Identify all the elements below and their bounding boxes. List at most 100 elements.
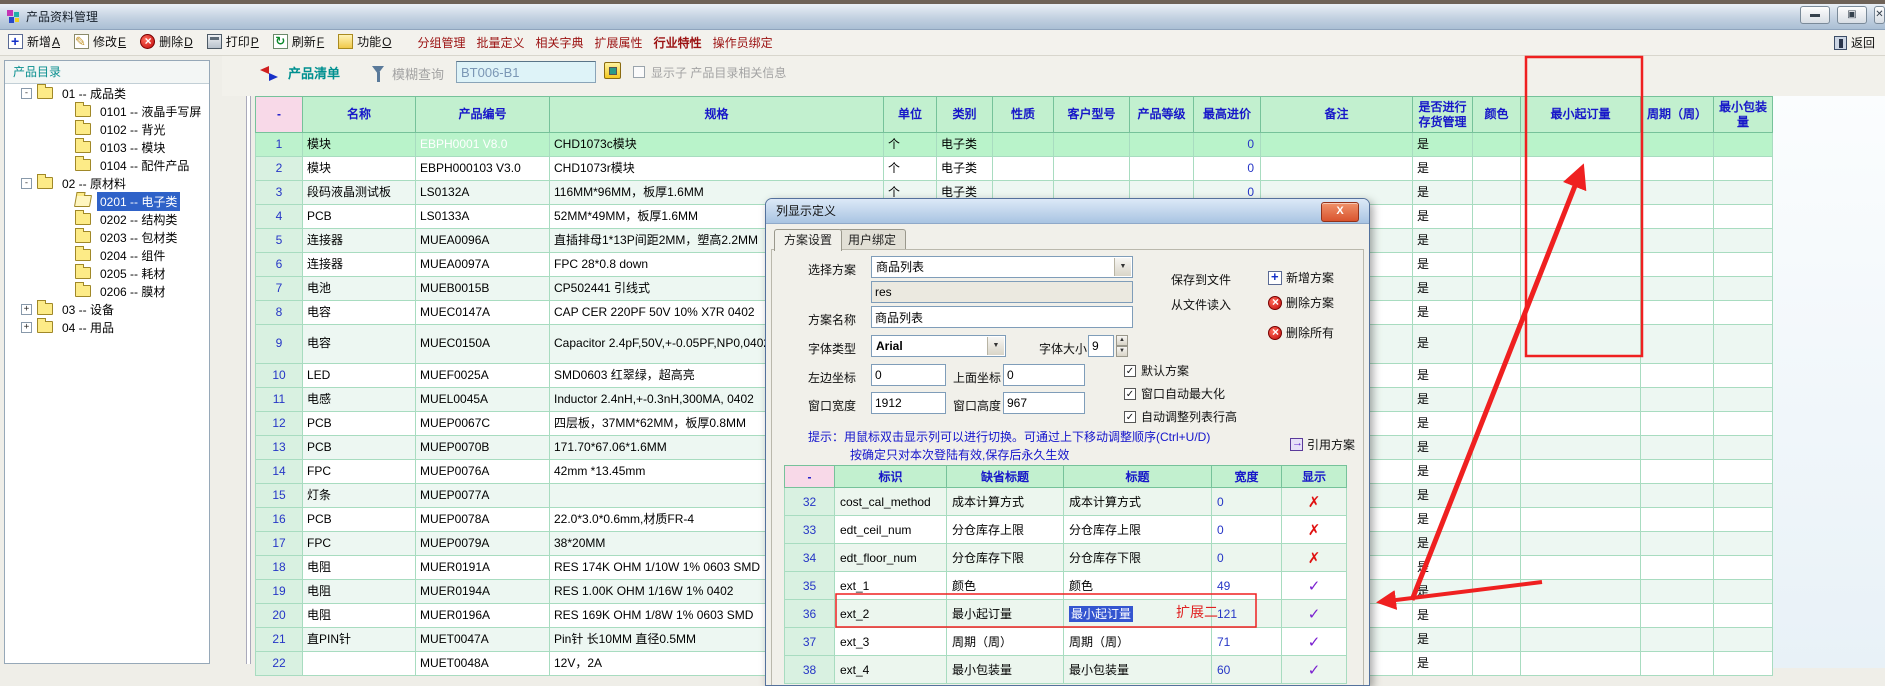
grid-cell[interactable]: 分仓库存下限: [1064, 544, 1212, 572]
table-cell[interactable]: [1473, 508, 1521, 532]
grid-cell[interactable]: 0: [1212, 544, 1282, 572]
show-check-icon[interactable]: ✓: [1282, 656, 1347, 684]
table-cell[interactable]: [1714, 364, 1773, 388]
grid-cell[interactable]: 分仓库存下限: [947, 544, 1064, 572]
table-cell[interactable]: [1521, 484, 1641, 508]
column-header[interactable]: 最高进价: [1194, 97, 1261, 133]
table-cell[interactable]: [1473, 604, 1521, 628]
table-cell[interactable]: [1521, 508, 1641, 532]
flashlight-search-icon[interactable]: [604, 62, 621, 79]
grid-cell[interactable]: 32: [785, 488, 835, 516]
table-cell[interactable]: FPC: [303, 460, 416, 484]
table-cell[interactable]: MUEA0097A: [416, 253, 550, 277]
column-header[interactable]: 颜色: [1473, 97, 1521, 133]
table-cell[interactable]: MUEC0150A: [416, 325, 550, 364]
table-cell[interactable]: [1641, 301, 1714, 325]
top-coord-input[interactable]: [1003, 364, 1085, 386]
table-cell[interactable]: [1521, 460, 1641, 484]
save-to-file-link[interactable]: 保存到文件: [1171, 271, 1231, 288]
grid-cell[interactable]: 周期（周）: [947, 628, 1064, 656]
show-check-icon[interactable]: ✓: [1282, 628, 1347, 656]
tree-item[interactable]: +04 -- 用品: [5, 318, 209, 336]
column-header[interactable]: 单位: [884, 97, 937, 133]
grid-cell[interactable]: 49: [1212, 572, 1282, 600]
table-cell[interactable]: 2: [256, 157, 303, 181]
table-cell[interactable]: [1714, 652, 1773, 676]
tree-item[interactable]: 0203 -- 包材类: [5, 228, 209, 246]
table-row[interactable]: 1模块EBPH0001 V8.0CHD1073c模块个电子类0是: [256, 133, 1773, 157]
table-cell[interactable]: [1714, 436, 1773, 460]
table-cell[interactable]: [1714, 532, 1773, 556]
column-header[interactable]: -: [256, 97, 303, 133]
table-cell[interactable]: MUEP0077A: [416, 484, 550, 508]
table-cell[interactable]: 是: [1413, 364, 1473, 388]
grid-cell[interactable]: 最小起订量: [947, 600, 1064, 628]
table-cell[interactable]: [1714, 628, 1773, 652]
table-cell[interactable]: CHD1073r模块: [550, 157, 884, 181]
table-cell[interactable]: 11: [256, 388, 303, 412]
table-cell[interactable]: [1521, 628, 1641, 652]
grid-cell[interactable]: 分仓库存上限: [947, 516, 1064, 544]
table-cell[interactable]: [1473, 229, 1521, 253]
menu-批量定义[interactable]: 批量定义: [477, 36, 525, 50]
table-cell[interactable]: [1054, 133, 1130, 157]
table-cell[interactable]: [1521, 364, 1641, 388]
table-cell[interactable]: [1521, 301, 1641, 325]
table-cell[interactable]: [1714, 181, 1773, 205]
table-cell[interactable]: 22: [256, 652, 303, 676]
window-height-input[interactable]: [1003, 392, 1085, 414]
toolbar-button-P[interactable]: 打印P: [207, 33, 259, 50]
show-cross-icon[interactable]: ✗: [1282, 516, 1347, 544]
table-cell[interactable]: [1714, 460, 1773, 484]
table-cell[interactable]: [1473, 628, 1521, 652]
table-cell[interactable]: [1521, 388, 1641, 412]
grid-cell[interactable]: 成本计算方式: [947, 488, 1064, 516]
table-cell[interactable]: [1714, 157, 1773, 181]
table-cell[interactable]: [1641, 364, 1714, 388]
table-cell[interactable]: 是: [1413, 532, 1473, 556]
font-size-stepper[interactable]: ▲▼: [1116, 335, 1128, 357]
table-cell[interactable]: EBPH000103 V3.0: [416, 157, 550, 181]
table-cell[interactable]: [1473, 364, 1521, 388]
show-check-icon[interactable]: ✓: [1282, 572, 1347, 600]
table-cell[interactable]: 8: [256, 301, 303, 325]
panel-splitter[interactable]: [246, 60, 251, 664]
show-sub-catalog-checkbox[interactable]: [633, 66, 645, 78]
table-cell[interactable]: [1714, 253, 1773, 277]
table-cell[interactable]: 15: [256, 484, 303, 508]
table-cell[interactable]: EBPH0001 V8.0: [416, 133, 550, 157]
table-cell[interactable]: 电容: [303, 325, 416, 364]
grid-cell[interactable]: edt_ceil_num: [835, 516, 947, 544]
table-cell[interactable]: [1521, 556, 1641, 580]
tree-item[interactable]: 0101 -- 液晶手写屏: [5, 102, 209, 120]
table-cell[interactable]: [1641, 205, 1714, 229]
grid-cell[interactable]: 颜色: [947, 572, 1064, 600]
table-cell[interactable]: PCB: [303, 205, 416, 229]
tree-item[interactable]: 0103 -- 模块: [5, 138, 209, 156]
table-cell[interactable]: 是: [1413, 181, 1473, 205]
table-cell[interactable]: [1130, 157, 1194, 181]
table-cell[interactable]: [1641, 436, 1714, 460]
grid-cell[interactable]: 121: [1212, 600, 1282, 628]
table-cell[interactable]: [1641, 157, 1714, 181]
table-cell[interactable]: [1473, 301, 1521, 325]
product-list-tab[interactable]: 产品清单: [288, 63, 340, 82]
grid-cell[interactable]: 35: [785, 572, 835, 600]
grid-cell[interactable]: 0: [1212, 516, 1282, 544]
dialog-checkbox[interactable]: ✓窗口自动最大化: [1124, 386, 1237, 401]
tree-item[interactable]: 0204 -- 组件: [5, 246, 209, 264]
table-cell[interactable]: [303, 652, 416, 676]
table-cell[interactable]: [1521, 436, 1641, 460]
table-cell[interactable]: PCB: [303, 436, 416, 460]
table-cell[interactable]: [1473, 556, 1521, 580]
menu-相关字典[interactable]: 相关字典: [536, 36, 584, 50]
table-cell[interactable]: [1473, 652, 1521, 676]
table-cell[interactable]: MUEA0096A: [416, 229, 550, 253]
grid-cell[interactable]: edt_floor_num: [835, 544, 947, 572]
table-cell[interactable]: [1473, 460, 1521, 484]
grid-cell[interactable]: 最小起订量: [1064, 600, 1212, 628]
table-cell[interactable]: [1473, 388, 1521, 412]
table-cell[interactable]: [1473, 133, 1521, 157]
column-header[interactable]: 备注: [1261, 97, 1413, 133]
table-cell[interactable]: 直PIN针: [303, 628, 416, 652]
